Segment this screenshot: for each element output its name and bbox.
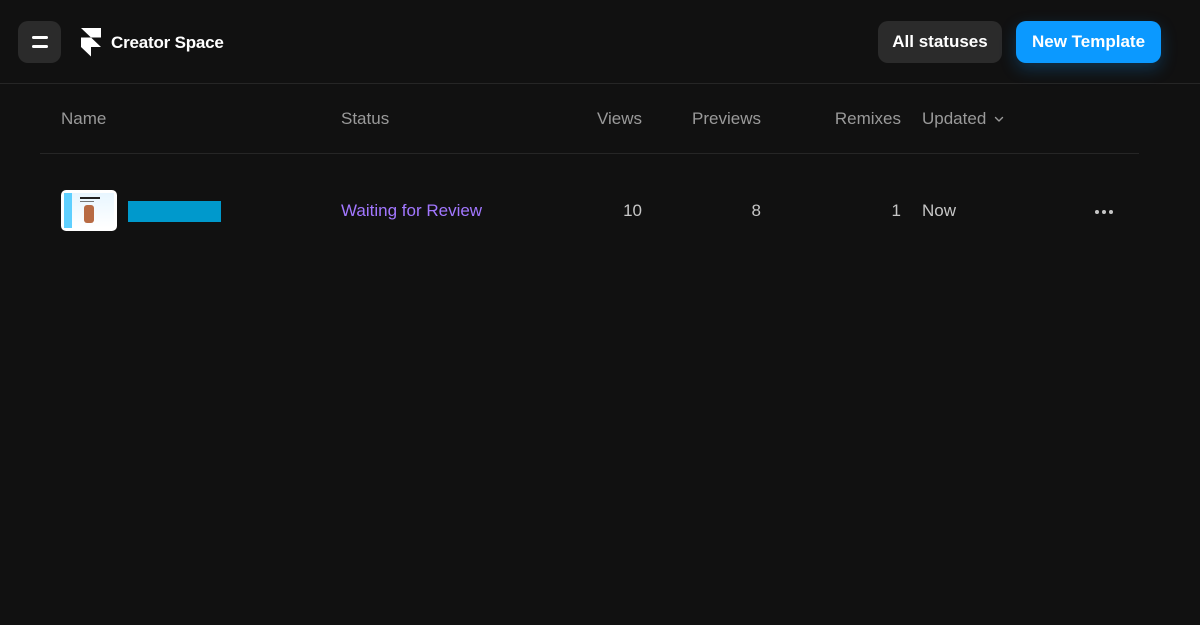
status-filter-button[interactable]: All statuses (878, 21, 1002, 63)
framer-logo-icon (81, 28, 101, 57)
more-horizontal-icon-dot (1109, 210, 1113, 214)
table-row[interactable]: Waiting for Review 10 8 1 Now (40, 154, 1139, 267)
thumbnail-accent (64, 193, 72, 228)
new-template-button[interactable]: New Template (1016, 21, 1161, 63)
column-header-views[interactable]: Views (580, 109, 642, 129)
brand-name: Creator Space (111, 32, 224, 52)
views-count: 10 (623, 201, 642, 220)
column-header-updated-label: Updated (922, 109, 987, 128)
column-header-remixes[interactable]: Remixes (820, 109, 901, 129)
thumbnail-preview-image (64, 193, 114, 228)
hamburger-icon (31, 36, 48, 39)
template-thumbnail[interactable] (61, 190, 117, 231)
column-header-updated[interactable]: Updated (922, 109, 1004, 129)
thumbnail-subheading (80, 201, 94, 202)
menu-button[interactable] (18, 21, 61, 63)
column-header-name[interactable]: Name (61, 109, 106, 129)
template-name-redacted[interactable] (128, 201, 221, 222)
chevron-down-icon (995, 116, 1004, 122)
app-root: Creator Space All statuses New Template … (0, 0, 1200, 625)
table-header: Name Status Views Previews Remixes Updat… (40, 84, 1139, 154)
hamburger-icon-bar (31, 45, 48, 48)
thumbnail-heading (80, 197, 100, 199)
more-horizontal-icon (1095, 210, 1099, 214)
column-header-previews[interactable]: Previews (680, 109, 761, 129)
remixes-count: 1 (891, 201, 901, 220)
more-horizontal-icon-dot (1102, 210, 1106, 214)
status-badge: Waiting for Review (341, 201, 483, 220)
thumbnail-figure (84, 205, 94, 223)
templates-table: Name Status Views Previews Remixes Updat… (40, 84, 1139, 267)
brand[interactable]: Creator Space (81, 28, 224, 57)
top-bar: Creator Space All statuses New Template (0, 0, 1200, 84)
updated-time: Now (922, 201, 957, 220)
previews-count: 8 (751, 201, 761, 220)
column-header-status[interactable]: Status (341, 109, 389, 129)
more-options-button[interactable] (1090, 204, 1118, 220)
